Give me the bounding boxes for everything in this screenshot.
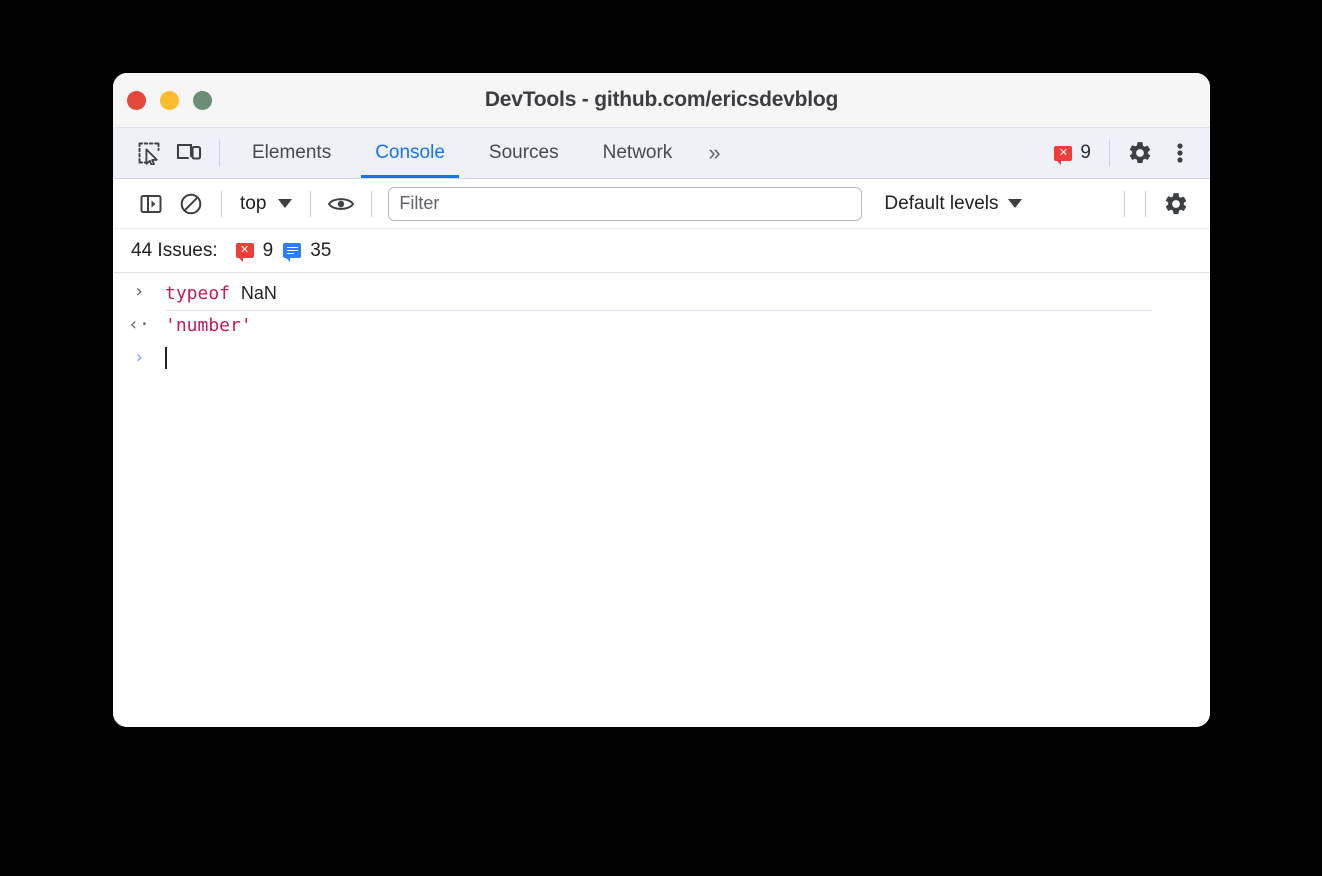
kebab-menu-icon[interactable]	[1160, 133, 1200, 173]
chevron-right-icon: ›	[134, 349, 145, 367]
gear-icon[interactable]	[1156, 184, 1196, 224]
title-bar: DevTools - github.com/ericsdevblog	[113, 73, 1210, 127]
issues-info-count: 35	[310, 240, 331, 262]
error-count-chip[interactable]: ✕ 9	[1046, 142, 1099, 164]
text-cursor	[165, 347, 167, 369]
console-output-marker: ‹·	[113, 314, 165, 334]
console-prompt-marker: ›	[113, 347, 165, 367]
execution-context-label: top	[240, 193, 266, 215]
tab-console[interactable]: Console	[353, 128, 467, 178]
issues-error-count: 9	[263, 240, 274, 262]
more-tabs-icon[interactable]: »	[694, 140, 732, 166]
clear-console-icon[interactable]	[171, 184, 211, 224]
panel-tab-bar: Elements Console Sources Network » ✕ 9	[113, 127, 1210, 179]
console-space	[230, 283, 241, 304]
console-toolbar-divider-2	[310, 191, 311, 217]
tab-elements-label: Elements	[252, 142, 331, 164]
traffic-light-buttons	[127, 91, 212, 110]
tabbar-divider-1	[219, 140, 220, 166]
devtools-window: DevTools - github.com/ericsdevblog	[113, 73, 1210, 727]
tab-sources-label: Sources	[489, 142, 559, 164]
tab-elements[interactable]: Elements	[230, 128, 353, 178]
tab-network-label: Network	[603, 142, 673, 164]
console-output-row[interactable]: ‹· 'number'	[113, 310, 1210, 342]
inspect-element-icon[interactable]	[129, 133, 169, 173]
execution-context-selector[interactable]: top	[232, 189, 300, 219]
error-badge-icon: ✕	[1054, 146, 1072, 161]
chevron-down-icon	[1008, 199, 1022, 208]
tabbar-right-controls: ✕ 9	[1046, 133, 1200, 173]
console-toolbar-right	[1114, 184, 1196, 224]
issues-bar[interactable]: 44 Issues: ✕ 9 35	[113, 229, 1210, 273]
tab-sources[interactable]: Sources	[467, 128, 581, 178]
console-toolbar-divider-3	[371, 191, 372, 217]
console-prompt-input[interactable]	[165, 347, 167, 372]
live-expression-icon[interactable]	[321, 184, 361, 224]
console-sidebar-icon[interactable]	[131, 184, 171, 224]
panel-tabs: Elements Console Sources Network	[230, 128, 694, 178]
console-identifier: NaN	[241, 283, 277, 303]
console-input-marker: ›	[113, 281, 165, 301]
tabbar-divider-2	[1109, 140, 1110, 166]
chevron-right-icon: ›	[134, 283, 145, 301]
log-levels-selector[interactable]: Default levels	[878, 189, 1028, 219]
console-toolbar-divider-5	[1145, 191, 1146, 217]
close-window-button[interactable]	[127, 91, 146, 110]
console-input-expression: typeof NaN	[165, 281, 277, 306]
console-input-row[interactable]: › typeof NaN	[113, 277, 1210, 310]
more-tabs-label: »	[708, 140, 718, 166]
console-output-value: 'number'	[165, 314, 252, 338]
console-toolbar-divider-1	[221, 191, 222, 217]
log-levels-label: Default levels	[884, 193, 998, 215]
error-badge-icon: ✕	[236, 243, 254, 258]
window-title: DevTools - github.com/ericsdevblog	[113, 88, 1210, 112]
gear-icon[interactable]	[1120, 133, 1160, 173]
console-message-list[interactable]: › typeof NaN ‹· 'number' ›	[113, 273, 1210, 727]
issues-info-group: 35	[283, 240, 331, 262]
maximize-window-button[interactable]	[193, 91, 212, 110]
chevron-left-icon: ‹·	[128, 316, 150, 334]
tab-network[interactable]: Network	[581, 128, 695, 178]
device-toolbar-icon[interactable]	[169, 133, 209, 173]
console-prompt-row[interactable]: ›	[113, 343, 1210, 376]
issues-errors-group: ✕ 9	[236, 240, 274, 262]
filter-input[interactable]	[388, 187, 862, 221]
error-count-label: 9	[1080, 142, 1091, 164]
console-toolbar-divider-4	[1124, 191, 1125, 217]
info-badge-icon	[283, 243, 301, 258]
console-toolbar: top Default levels	[113, 179, 1210, 229]
chevron-down-icon	[278, 199, 292, 208]
tab-console-label: Console	[375, 142, 445, 164]
issues-count-label: 44 Issues:	[131, 240, 218, 262]
minimize-window-button[interactable]	[160, 91, 179, 110]
console-keyword: typeof	[165, 283, 230, 304]
